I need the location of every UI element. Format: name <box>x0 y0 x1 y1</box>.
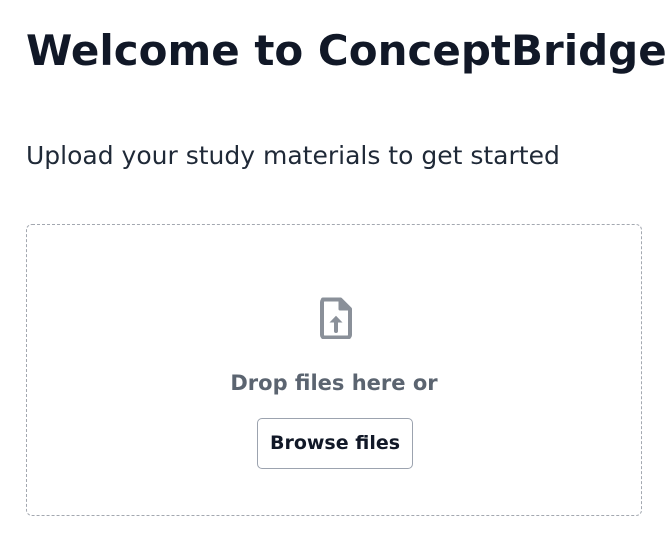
file-upload-icon <box>320 297 352 339</box>
browse-files-button[interactable]: Browse files <box>257 418 413 469</box>
drop-files-text: Drop files here or <box>230 371 438 395</box>
file-dropzone[interactable]: Drop files here or Browse files <box>26 224 642 516</box>
page-subtitle: Upload your study materials to get start… <box>26 141 560 170</box>
upload-page: Welcome to ConceptBridge Upload your stu… <box>26 0 667 550</box>
page-title: Welcome to ConceptBridge <box>26 26 667 75</box>
